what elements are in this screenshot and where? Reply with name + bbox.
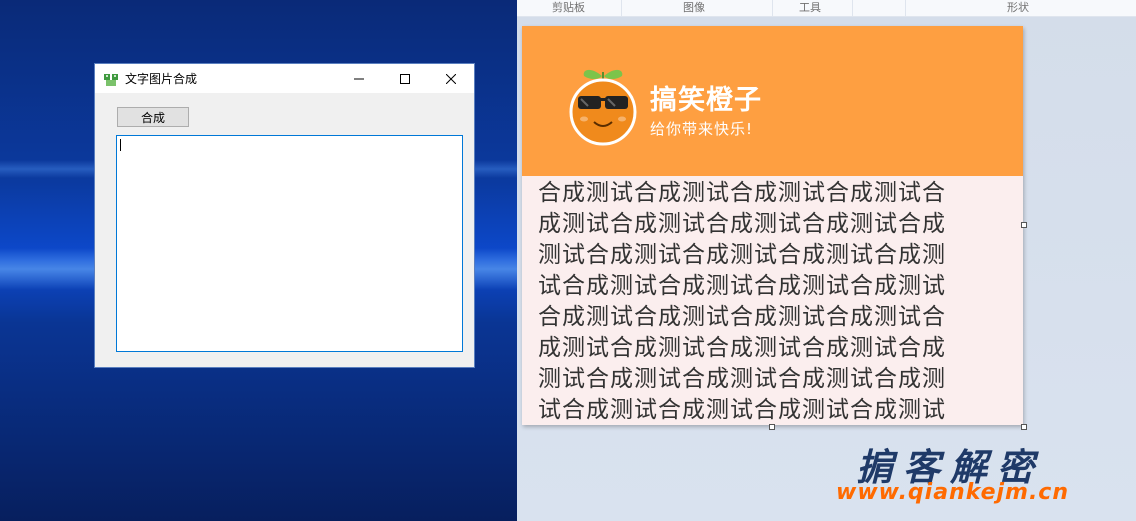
close-button[interactable] xyxy=(428,64,474,93)
watermark-url: www.qiankejm.cn xyxy=(836,480,1070,505)
close-icon xyxy=(446,73,456,84)
composed-text-block: 合成测试合成测试合成测试合成测试合 成测试合成测试合成测试合成测试合成 测试合成… xyxy=(522,176,1023,425)
text-line: 测试合成测试合成测试合成测试合成测 xyxy=(538,242,946,268)
text-line: 试合成测试合成测试合成测试合成测试 xyxy=(538,397,946,423)
ribbon-tools-label: 工具 xyxy=(799,1,821,14)
resize-handle-corner[interactable] xyxy=(1021,424,1027,430)
orange-mascot-logo xyxy=(569,69,637,146)
brand-banner: 搞笑橙子 给你带来快乐! xyxy=(522,26,1023,176)
ribbon-group-labels: 剪贴板 图像 工具 形状 xyxy=(517,0,1136,17)
ribbon-separator xyxy=(621,0,622,16)
window-titlebar[interactable]: 文字图片合成 xyxy=(95,64,474,93)
resize-handle-right[interactable] xyxy=(1021,222,1027,228)
maximize-button[interactable] xyxy=(382,64,428,93)
text-caret xyxy=(120,139,121,151)
window-title: 文字图片合成 xyxy=(125,72,198,86)
text-line: 测试合成测试合成测试合成测试合成测 xyxy=(538,366,946,392)
compose-button[interactable]: 合成 xyxy=(117,107,189,127)
brand-subtitle: 给你带来快乐! xyxy=(650,120,754,138)
minimize-button[interactable] xyxy=(336,64,382,93)
text-line: 试合成测试合成测试合成测试合成测试 xyxy=(538,273,946,299)
minimize-icon xyxy=(354,78,364,79)
app-window: 文字图片合成 合成 xyxy=(94,63,475,368)
text-line: 成测试合成测试合成测试合成测试合成 xyxy=(538,335,946,361)
text-line: 成测试合成测试合成测试合成测试合成 xyxy=(538,211,946,237)
ribbon-image-label: 图像 xyxy=(683,1,705,14)
maximize-icon xyxy=(400,73,410,84)
ribbon-clipboard-label: 剪贴板 xyxy=(552,1,585,14)
brand-title: 搞笑橙子 xyxy=(650,85,762,116)
ribbon-separator xyxy=(852,0,853,16)
ribbon-separator xyxy=(772,0,773,16)
text-input-area[interactable] xyxy=(116,135,463,352)
resize-handle-bottom[interactable] xyxy=(769,424,775,430)
ribbon-separator xyxy=(905,0,906,16)
text-line: 合成测试合成测试合成测试合成测试合 xyxy=(538,180,946,206)
text-line: 合成测试合成测试合成测试合成测试合 xyxy=(538,304,946,330)
image-canvas[interactable]: 搞笑橙子 给你带来快乐! 合成测试合成测试合成测试合成测试合 成测试合成测试合成… xyxy=(522,26,1023,425)
ribbon-shapes-label: 形状 xyxy=(1007,1,1029,14)
app-icon xyxy=(104,73,118,86)
